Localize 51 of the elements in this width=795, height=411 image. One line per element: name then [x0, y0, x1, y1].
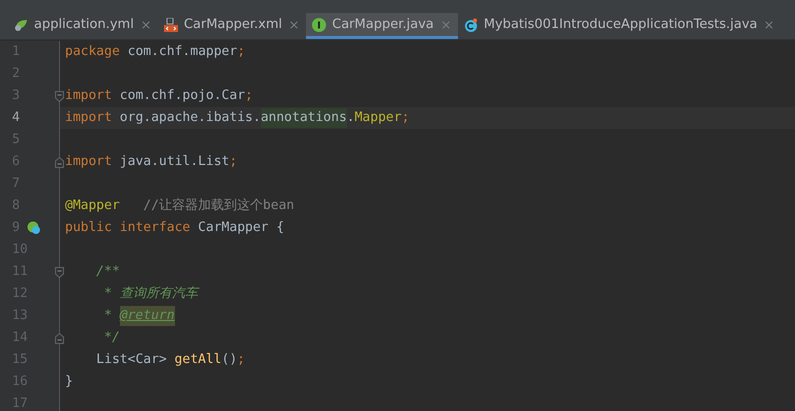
editor-tab[interactable]: CarMapper.xml — [158, 13, 306, 39]
close-icon[interactable] — [140, 18, 152, 30]
code-token: import — [65, 109, 112, 128]
fold-icon[interactable] — [55, 266, 64, 278]
code-token: @return — [120, 306, 175, 326]
code-token: ; — [245, 87, 253, 106]
code-token: org.apache.ibatis. — [118, 109, 261, 128]
fold-icon[interactable] — [55, 332, 64, 344]
code-token: ; — [402, 109, 410, 128]
code-token: com.chf.mapper — [126, 43, 238, 62]
fold-icon[interactable] — [55, 156, 64, 168]
code-token: CarMapper { — [197, 219, 284, 238]
code-token: } — [65, 373, 73, 392]
code-token: @Mapper — [65, 197, 120, 216]
code-token: public interface — [65, 219, 190, 238]
code-token: * 查询所有汽车 — [103, 285, 198, 304]
code-token: getAll — [174, 351, 222, 370]
xml-file-icon — [164, 18, 178, 32]
tab-label: CarMapper.xml — [184, 16, 282, 34]
close-icon[interactable] — [288, 18, 300, 30]
code-token: package — [65, 43, 120, 62]
tab-label: CarMapper.java — [332, 16, 434, 34]
code-token: annotations — [260, 108, 347, 128]
tab-label: application.yml — [34, 16, 134, 34]
code-token: com.chf.pojo.Car — [118, 87, 246, 106]
code-token: import — [65, 153, 112, 172]
editor-tab[interactable]: Mybatis001IntroduceApplicationTests.java — [458, 13, 782, 39]
leaf-gear-icon — [14, 18, 28, 32]
line-number: 4 — [11, 109, 21, 128]
code-token: ; — [229, 153, 238, 172]
interface-icon — [312, 18, 326, 32]
close-icon[interactable] — [440, 18, 452, 30]
implementation-icon[interactable] — [27, 221, 41, 235]
code-token: * — [103, 307, 112, 326]
tab-label: Mybatis001IntroduceApplicationTests.java — [484, 16, 758, 34]
code-token: //让容器加载到这个bean — [142, 197, 294, 216]
class-icon — [464, 18, 478, 32]
code-token: Mapper — [354, 109, 402, 128]
code-token: () — [222, 351, 238, 370]
code-token: . — [346, 109, 355, 128]
code-token: /** — [95, 263, 120, 282]
editor-tab[interactable]: application.yml — [8, 13, 158, 39]
code-token: List<Car> — [95, 351, 167, 370]
fold-icon[interactable] — [55, 90, 64, 102]
code-token: ; — [237, 43, 246, 62]
code-token: */ — [103, 329, 120, 348]
code-token: import — [65, 87, 112, 106]
close-icon[interactable] — [763, 18, 776, 30]
code-token: ; — [237, 351, 245, 370]
editor-tab[interactable]: CarMapper.java — [306, 13, 458, 39]
code-token: java.util.List — [118, 153, 230, 172]
